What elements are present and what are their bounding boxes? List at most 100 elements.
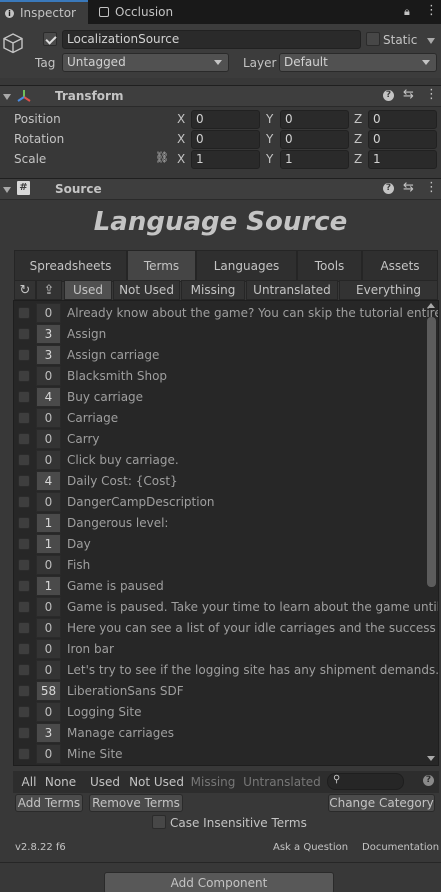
rot-y-field[interactable]: 0 [280, 130, 349, 149]
term-row[interactable]: 0 Already know about the game? You can sk… [14, 303, 438, 324]
change-category-button[interactable]: Change Category [328, 794, 435, 812]
term-name[interactable]: Logging Site [67, 702, 141, 722]
term-select-checkbox[interactable] [18, 643, 30, 655]
static-dropdown-arrow[interactable] [427, 38, 435, 44]
term-row[interactable]: 0 Carriage [14, 408, 426, 429]
source-preset-icon[interactable]: ⇆ [403, 180, 414, 195]
select-not-used-button[interactable]: Not Used [127, 773, 186, 791]
preset-icon[interactable]: ⇆ [403, 87, 414, 102]
term-name[interactable]: Game is paused [67, 576, 164, 596]
term-name[interactable]: Already know about the game? You can ski… [67, 303, 438, 323]
select-all-button[interactable]: All [17, 773, 41, 791]
term-row[interactable]: 0 Let's try to see if the logging site ha… [14, 660, 438, 681]
filter-missing[interactable]: Missing [181, 280, 245, 300]
term-select-checkbox[interactable] [18, 433, 30, 445]
term-select-checkbox[interactable] [18, 307, 30, 319]
source-help-icon[interactable]: ? [383, 183, 394, 194]
documentation-link[interactable]: Documentation [362, 842, 439, 853]
remove-terms-button[interactable]: Remove Terms [89, 794, 183, 812]
term-select-checkbox[interactable] [18, 622, 30, 634]
term-name[interactable]: Game is paused. Take your time to learn … [67, 597, 438, 617]
term-row[interactable]: 3 Assign carriage [14, 345, 426, 366]
filter-used[interactable]: Used [64, 280, 112, 300]
scale-z-field[interactable]: 1 [368, 150, 437, 169]
term-select-checkbox[interactable] [18, 601, 30, 613]
term-select-checkbox[interactable] [18, 370, 30, 382]
scroll-down-arrow[interactable] [427, 756, 435, 761]
term-search-input[interactable]: ⚲ [327, 773, 404, 790]
sort-icon[interactable]: ⇪ [36, 280, 62, 300]
constrain-proportions-icon[interactable]: ⛓ [155, 151, 169, 164]
term-row[interactable]: 0 Blacksmith Shop [14, 366, 426, 387]
term-name[interactable]: LiberationSans SDF [67, 681, 184, 701]
scale-x-field[interactable]: 1 [191, 150, 260, 169]
term-name[interactable]: Day [67, 534, 91, 554]
transform-foldout-arrow[interactable] [3, 94, 11, 100]
static-checkbox[interactable] [366, 32, 380, 46]
term-select-checkbox[interactable] [18, 517, 30, 529]
term-name[interactable]: Carry [67, 429, 100, 449]
term-row[interactable]: 0 Logging Site [14, 702, 426, 723]
term-row[interactable]: 3 Assign [14, 324, 426, 345]
term-row[interactable]: 4 Daily Cost: {Cost} [14, 471, 426, 492]
scroll-up-arrow[interactable] [427, 303, 435, 308]
pos-z-field[interactable]: 0 [368, 110, 437, 129]
term-name[interactable]: Mine Site [67, 744, 123, 764]
add-terms-button[interactable]: Add Terms [15, 794, 83, 812]
search-help-icon[interactable]: ? [423, 775, 434, 786]
term-select-checkbox[interactable] [18, 328, 30, 340]
term-name[interactable]: Dangerous level: [67, 513, 168, 533]
tab-inspector[interactable]: i Inspector [0, 0, 88, 24]
term-select-checkbox[interactable] [18, 391, 30, 403]
tab-tools[interactable]: Tools [297, 250, 362, 282]
filter-untranslated[interactable]: Untranslated [246, 280, 338, 300]
object-name-field[interactable]: LocalizationSource [62, 30, 361, 49]
term-select-checkbox[interactable] [18, 454, 30, 466]
term-row[interactable]: 3 Manage carriages [14, 723, 426, 744]
term-select-checkbox[interactable] [18, 580, 30, 592]
pos-x-field[interactable]: 0 [191, 110, 260, 129]
terms-scrollbar[interactable] [427, 317, 436, 587]
term-row[interactable]: 4 Buy carriage [14, 387, 426, 408]
term-select-checkbox[interactable] [18, 727, 30, 739]
term-select-checkbox[interactable] [18, 664, 30, 676]
term-name[interactable]: Iron bar [67, 639, 114, 659]
add-component-button[interactable]: Add Component [104, 872, 334, 892]
term-name[interactable]: Manage carriages [67, 723, 174, 743]
tag-dropdown[interactable]: Untagged [62, 53, 229, 72]
term-row[interactable]: 0 DangerCampDescription [14, 492, 426, 513]
component-menu-icon[interactable]: ⋮ [425, 87, 438, 102]
term-select-checkbox[interactable] [18, 706, 30, 718]
term-select-checkbox[interactable] [18, 748, 30, 760]
layer-dropdown[interactable]: Default [279, 53, 437, 72]
term-row[interactable]: 0 Mine Site [14, 744, 426, 765]
rot-x-field[interactable]: 0 [191, 130, 260, 149]
select-used-button[interactable]: Used [86, 773, 124, 791]
case-insensitive-checkbox[interactable] [152, 815, 166, 829]
terms-list[interactable]: 0 Already know about the game? You can sk… [13, 300, 439, 766]
term-row[interactable]: 0 Here you can see a list of your idle ca… [14, 618, 438, 639]
active-checkbox[interactable] [43, 32, 57, 46]
term-row[interactable]: 0 Game is paused. Take your time to learn… [14, 597, 438, 618]
tab-assets[interactable]: Assets [362, 250, 438, 282]
refresh-icon[interactable]: ↻ [14, 280, 36, 300]
term-name[interactable]: Click buy carriage. [67, 450, 179, 470]
term-name[interactable]: Let's try to see if the logging site has… [67, 660, 438, 680]
tab-languages[interactable]: Languages [196, 250, 297, 282]
term-name[interactable]: Here you can see a list of your idle car… [67, 618, 438, 638]
term-row[interactable]: 0 Iron bar [14, 639, 426, 660]
pos-y-field[interactable]: 0 [280, 110, 349, 129]
term-row[interactable]: 58 LiberationSans SDF [14, 681, 426, 702]
tab-occlusion[interactable]: Occlusion [94, 0, 184, 24]
filter-everything[interactable]: Everything [339, 280, 438, 300]
source-header[interactable]: # Source ? ⇆ ⋮ [0, 178, 441, 200]
term-select-checkbox[interactable] [18, 475, 30, 487]
term-row[interactable]: 1 Game is paused [14, 576, 426, 597]
term-row[interactable]: 0 Click buy carriage. [14, 450, 426, 471]
term-select-checkbox[interactable] [18, 538, 30, 550]
term-name[interactable]: Carriage [67, 408, 118, 428]
tab-spreadsheets[interactable]: Spreadsheets [14, 250, 127, 282]
term-row[interactable]: 1 Day [14, 534, 426, 555]
term-name[interactable]: Buy carriage [67, 387, 143, 407]
term-name[interactable]: Fish [67, 555, 90, 575]
